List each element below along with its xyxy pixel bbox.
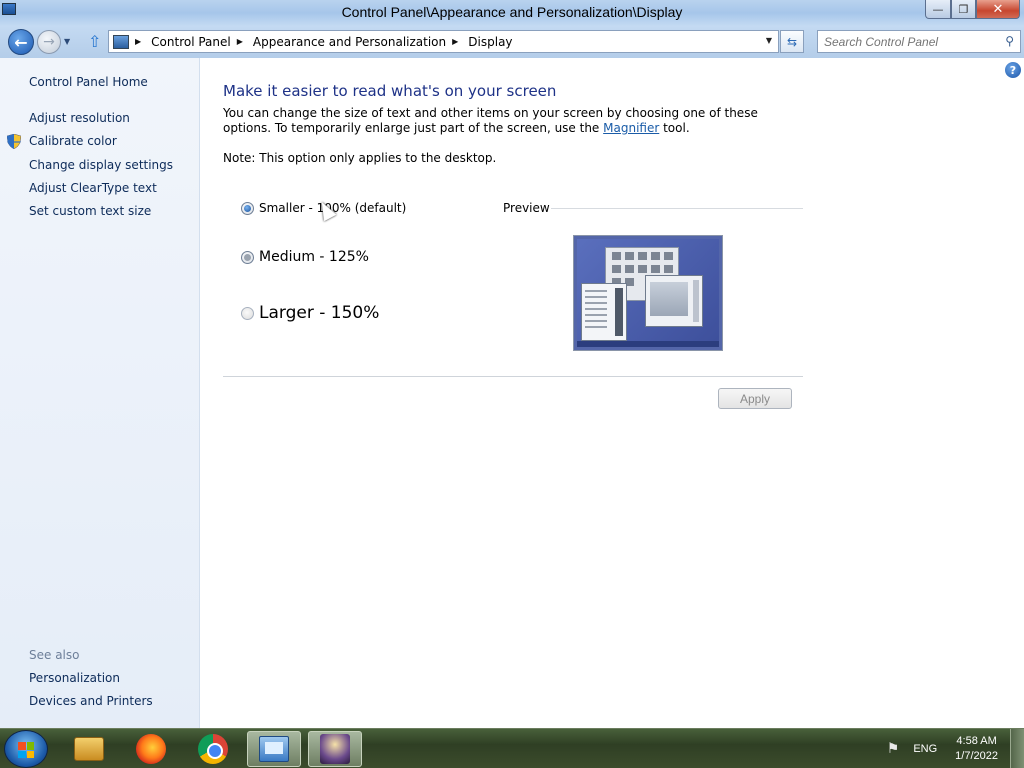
content-divider: [223, 376, 803, 377]
restore-button[interactable]: ❐: [951, 0, 976, 19]
taskbar-explorer[interactable]: [62, 731, 116, 767]
option-larger[interactable]: Larger - 150%: [241, 303, 379, 323]
navigation-bar: ← → ▼ ⇧ ▶ Control Panel ▶ Appearance and…: [0, 26, 1024, 58]
show-desktop-button[interactable]: [1010, 729, 1024, 768]
preview-divider: [551, 208, 803, 209]
sidebar-link-set-custom-text-size[interactable]: Set custom text size: [29, 204, 151, 218]
breadcrumb-appearance[interactable]: Appearance and Personalization: [253, 35, 446, 49]
app-icon: [320, 734, 350, 764]
minimize-button[interactable]: —: [925, 0, 951, 19]
address-dropdown-icon[interactable]: ▼: [766, 36, 772, 45]
preview-window-pane: [645, 275, 703, 327]
start-button[interactable]: [4, 730, 48, 768]
system-tray: ⚑ ENG 4:58 AM 1/7/2022: [887, 729, 1024, 768]
recent-pages-dropdown-icon[interactable]: ▼: [64, 37, 70, 46]
breadcrumb-control-panel[interactable]: Control Panel: [151, 35, 231, 49]
back-arrow-icon: ←: [14, 32, 28, 52]
taskbar-firefox[interactable]: [124, 731, 178, 767]
sidebar-link-adjust-resolution[interactable]: Adjust resolution: [29, 111, 130, 125]
description-part-2: tool.: [659, 121, 690, 135]
sidebar-link-adjust-cleartype[interactable]: Adjust ClearType text: [29, 181, 157, 195]
refresh-button[interactable]: ⇆: [780, 30, 804, 53]
magnifier-link[interactable]: Magnifier: [603, 121, 659, 135]
taskbar-chrome[interactable]: [186, 731, 240, 767]
taskbar: ⚑ ENG 4:58 AM 1/7/2022: [0, 728, 1024, 768]
breadcrumb-separator-icon[interactable]: ▶: [135, 37, 141, 46]
firefox-icon: [136, 734, 166, 764]
window-title: Control Panel\Appearance and Personaliza…: [341, 4, 683, 20]
clock-time: 4:58 AM: [956, 735, 997, 747]
language-indicator[interactable]: ENG: [913, 743, 937, 755]
radio-smaller[interactable]: [241, 201, 254, 215]
apply-button[interactable]: Apply: [718, 388, 792, 409]
clock[interactable]: 4:58 AM 1/7/2022: [955, 734, 998, 764]
radio-larger[interactable]: [241, 306, 254, 320]
up-arrow-icon[interactable]: ⇧: [88, 32, 101, 51]
option-medium-label[interactable]: Medium - 125%: [259, 249, 369, 265]
windows-logo-icon: [18, 742, 34, 758]
option-medium[interactable]: Medium - 125%: [241, 249, 369, 265]
control-panel-icon: [113, 34, 129, 49]
sidebar-link-devices-and-printers[interactable]: Devices and Printers: [29, 694, 153, 708]
refresh-icon: ⇆: [786, 34, 798, 49]
search-input[interactable]: [818, 31, 998, 52]
title-bar: Control Panel\Appearance and Personaliza…: [0, 0, 1024, 26]
description-text: You can change the size of text and othe…: [223, 106, 783, 136]
breadcrumb-separator-icon[interactable]: ▶: [237, 37, 243, 46]
preview-label: Preview: [503, 201, 550, 215]
search-icon[interactable]: ⚲: [1005, 34, 1014, 48]
sidebar-link-change-display-settings[interactable]: Change display settings: [29, 158, 173, 172]
preview-window-list: [581, 283, 627, 341]
help-icon[interactable]: ?: [1005, 62, 1021, 78]
forward-arrow-icon: →: [43, 34, 55, 50]
radio-medium[interactable]: [241, 250, 254, 264]
sidebar: Control Panel Home Adjust resolution Cal…: [0, 58, 200, 728]
shield-icon: [7, 134, 21, 149]
action-center-icon[interactable]: ⚑: [887, 741, 900, 757]
main-content: ? Make it easier to read what's on your …: [201, 58, 1024, 728]
address-bar[interactable]: ▶ Control Panel ▶ Appearance and Persona…: [108, 30, 779, 53]
preview-screen: [577, 239, 719, 347]
back-button[interactable]: ←: [8, 29, 34, 55]
preview-image: [573, 235, 723, 351]
sidebar-link-control-panel-home[interactable]: Control Panel Home: [29, 75, 148, 89]
see-also-label: See also: [29, 648, 80, 662]
option-larger-label[interactable]: Larger - 150%: [259, 303, 379, 323]
taskbar-control-panel[interactable]: [247, 731, 301, 767]
close-button[interactable]: ✕: [976, 0, 1020, 19]
clock-date: 1/7/2022: [955, 750, 998, 762]
breadcrumb-display[interactable]: Display: [468, 35, 512, 49]
folder-icon: [74, 737, 104, 761]
sidebar-link-calibrate-color[interactable]: Calibrate color: [29, 134, 117, 148]
forward-button[interactable]: →: [37, 30, 61, 54]
breadcrumb-separator-icon[interactable]: ▶: [452, 37, 458, 46]
control-panel-icon: [259, 736, 289, 762]
window-controls: — ❐ ✕: [925, 0, 1020, 20]
page-title: Make it easier to read what's on your sc…: [223, 82, 557, 100]
search-box[interactable]: ⚲: [817, 30, 1021, 53]
sidebar-link-personalization[interactable]: Personalization: [29, 671, 120, 685]
taskbar-app[interactable]: [308, 731, 362, 767]
preview-taskbar: [577, 341, 719, 347]
note-text: Note: This option only applies to the de…: [223, 151, 497, 165]
chrome-icon: [198, 734, 228, 764]
